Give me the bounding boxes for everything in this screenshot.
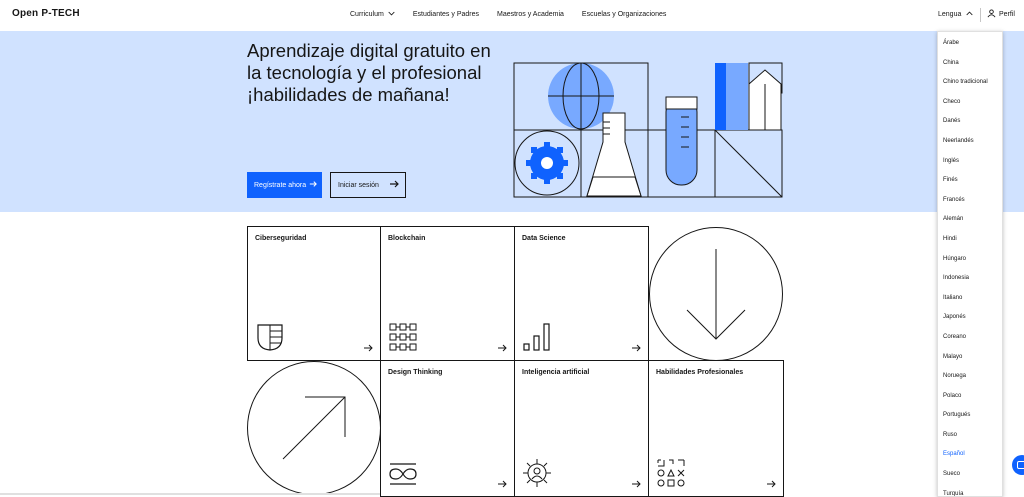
- site-logo[interactable]: Open P‑TECH: [12, 8, 80, 19]
- hero-illustration: [513, 62, 783, 198]
- language-label: Lengua: [938, 11, 962, 18]
- language-option[interactable]: Hindi: [938, 236, 1002, 256]
- card-design-thinking[interactable]: Design Thinking: [380, 360, 515, 497]
- profile-label: Perfil: [999, 11, 1015, 18]
- language-option[interactable]: Noruega: [938, 373, 1002, 393]
- language-option[interactable]: Japonés: [938, 314, 1002, 334]
- language-option[interactable]: Inglés: [938, 158, 1002, 178]
- main-nav: Curriculum Estudiantes y Padres Maestros…: [350, 10, 684, 19]
- arrow-right-icon: [498, 344, 507, 352]
- language-option[interactable]: Turquía: [938, 491, 1002, 496]
- infinity-icon: [389, 463, 417, 485]
- language-button[interactable]: Lengua: [938, 10, 973, 19]
- card-title: Inteligencia artificial: [522, 369, 590, 376]
- nav-label: Curriculum: [350, 11, 384, 18]
- language-option[interactable]: Polaco: [938, 393, 1002, 413]
- language-option[interactable]: Neerlandés: [938, 138, 1002, 158]
- language-option[interactable]: China: [938, 60, 1002, 80]
- shield-icon: [257, 324, 283, 351]
- scroll-down-circle[interactable]: [649, 227, 783, 361]
- arrow-right-icon: [389, 179, 399, 191]
- user-icon: [987, 9, 996, 20]
- nav-label: Maestros y Academia: [497, 11, 564, 18]
- nav-item-teachers-academia[interactable]: Maestros y Academia: [497, 10, 564, 19]
- arrow-right-icon: [364, 344, 373, 352]
- language-list: Árabe China Chino tradicional Checo Danés Nee…: [938, 32, 1002, 496]
- scroll-indicator: [0, 493, 380, 495]
- chevron-down-icon: [388, 10, 395, 19]
- top-header: Open P‑TECH Curriculum Estudiantes y Pad…: [0, 0, 1024, 31]
- ai-chip-icon: [523, 459, 551, 487]
- login-label: Iniciar sesión: [338, 181, 379, 189]
- explore-circle[interactable]: [247, 361, 381, 495]
- bar-chart-icon: [523, 323, 550, 351]
- language-option[interactable]: Coreano: [938, 334, 1002, 354]
- card-title: Data Science: [522, 235, 566, 242]
- arrow-up-right-icon: [282, 396, 346, 460]
- nav-label: Escuelas y Organizaciones: [581, 11, 667, 18]
- language-option[interactable]: Chino tradicional: [938, 79, 1002, 99]
- language-option[interactable]: Checo: [938, 99, 1002, 119]
- language-option[interactable]: Húngaro: [938, 256, 1002, 276]
- language-option[interactable]: Alemán: [938, 216, 1002, 236]
- card-inteligencia-artificial[interactable]: Inteligencia artificial: [514, 360, 649, 497]
- language-option[interactable]: Italiano: [938, 295, 1002, 315]
- hero-title: Aprendizaje digital gratuito en la tecno…: [247, 40, 491, 105]
- register-label: Regístrate ahora: [254, 181, 307, 189]
- shapes-icon: [657, 459, 685, 487]
- profile-button[interactable]: Perfil: [987, 9, 1015, 20]
- hero-banner: [0, 31, 1024, 212]
- nav-item-students-parents[interactable]: Estudiantes y Padres: [413, 10, 479, 19]
- card-data-science[interactable]: Data Science: [514, 226, 649, 361]
- arrow-right-icon: [309, 180, 318, 190]
- arrow-down-icon: [686, 249, 746, 340]
- card-title: Design Thinking: [388, 369, 443, 376]
- card-title: Blockchain: [388, 235, 426, 242]
- language-option[interactable]: Sueco: [938, 471, 1002, 491]
- language-option[interactable]: Finés: [938, 177, 1002, 197]
- language-option[interactable]: Español: [938, 451, 1002, 471]
- language-option[interactable]: Malayo: [938, 354, 1002, 374]
- nav-label: Estudiantes y Padres: [412, 11, 479, 18]
- language-option[interactable]: Árabe: [938, 40, 1002, 60]
- card-habilidades-profesionales[interactable]: Habilidades Profesionales: [648, 360, 784, 497]
- login-button[interactable]: Iniciar sesión: [330, 172, 406, 198]
- header-divider: [980, 8, 981, 22]
- arrow-right-icon: [632, 344, 641, 352]
- card-title: Habilidades Profesionales: [656, 369, 744, 376]
- card-ciberseguridad[interactable]: Ciberseguridad: [247, 226, 381, 361]
- language-option[interactable]: Danés: [938, 118, 1002, 138]
- nav-item-schools-orgs[interactable]: Escuelas y Organizaciones: [582, 10, 666, 19]
- chevron-up-icon: [966, 10, 973, 19]
- arrow-right-icon: [632, 480, 641, 488]
- language-option[interactable]: Indonesia: [938, 275, 1002, 295]
- card-blockchain[interactable]: Blockchain: [380, 226, 515, 361]
- arrow-right-icon: [498, 480, 507, 488]
- blockchain-grid-icon: [389, 323, 417, 351]
- card-title: Ciberseguridad: [255, 235, 307, 242]
- nav-item-curriculum[interactable]: Curriculum: [350, 10, 395, 19]
- chat-button[interactable]: [1012, 455, 1024, 475]
- language-option[interactable]: Portugués: [938, 412, 1002, 432]
- arrow-right-icon: [767, 480, 776, 488]
- language-option[interactable]: Francés: [938, 197, 1002, 217]
- language-option[interactable]: Ruso: [938, 432, 1002, 452]
- language-dropdown-menu: Árabe China Chino tradicional Checo Danés Nee…: [937, 31, 1003, 497]
- register-button[interactable]: Regístrate ahora: [247, 172, 322, 198]
